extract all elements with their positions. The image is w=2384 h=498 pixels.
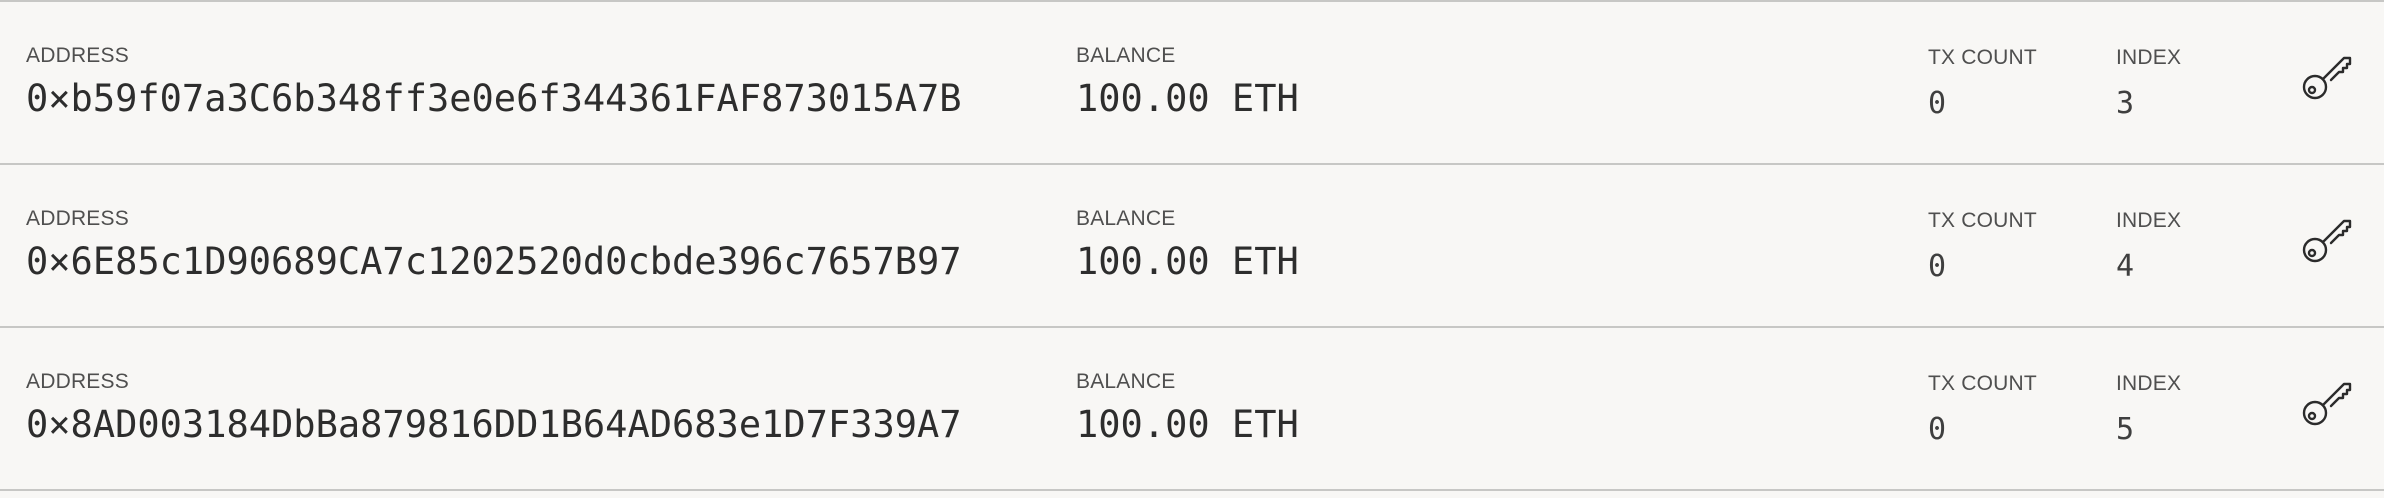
balance-value: 100.00 ETH — [1076, 240, 1299, 283]
tx-count-label: TX COUNT — [1928, 209, 2037, 232]
index-label: INDEX — [2116, 372, 2182, 395]
key-icon — [2302, 219, 2352, 263]
key-icon — [2302, 56, 2352, 100]
tx-count-value: 0 — [1928, 86, 1947, 121]
tx-count-value: 0 — [1928, 249, 1947, 284]
accounts-list: ADDRESS 0×b59f07a3C6b348ff3e0e6f344361FA… — [0, 0, 2384, 498]
index-label: INDEX — [2116, 209, 2182, 232]
address-label: ADDRESS — [26, 207, 129, 230]
balance-label: BALANCE — [1076, 44, 1176, 67]
address-value: 0×8AD003184DbBa879816DD1B64AD683e1D7F339… — [26, 403, 962, 446]
balance-value: 100.00 ETH — [1076, 77, 1299, 120]
index-value: 4 — [2116, 249, 2135, 284]
balance-label: BALANCE — [1076, 370, 1176, 393]
account-row: ADDRESS 0×8AD003184DbBa879816DD1B64AD683… — [0, 328, 2384, 491]
address-value: 0×6E85c1D90689CA7c1202520d0cbde396c7657B… — [26, 240, 962, 283]
tx-count-label: TX COUNT — [1928, 46, 2037, 69]
index-label: INDEX — [2116, 46, 2182, 69]
show-keys-button[interactable] — [2300, 211, 2354, 265]
account-row: ADDRESS 0×b59f07a3C6b348ff3e0e6f344361FA… — [0, 2, 2384, 165]
show-keys-button[interactable] — [2300, 48, 2354, 102]
account-row: ADDRESS 0×6E85c1D90689CA7c1202520d0cbde3… — [0, 165, 2384, 328]
address-label: ADDRESS — [26, 370, 129, 393]
index-value: 3 — [2116, 86, 2135, 121]
balance-value: 100.00 ETH — [1076, 403, 1299, 446]
address-value: 0×b59f07a3C6b348ff3e0e6f344361FAF873015A… — [26, 77, 962, 120]
tx-count-value: 0 — [1928, 412, 1947, 447]
balance-label: BALANCE — [1076, 207, 1176, 230]
show-keys-button[interactable] — [2300, 374, 2354, 428]
index-value: 5 — [2116, 412, 2135, 447]
tx-count-label: TX COUNT — [1928, 372, 2037, 395]
address-label: ADDRESS — [26, 44, 129, 67]
key-icon — [2302, 382, 2352, 426]
